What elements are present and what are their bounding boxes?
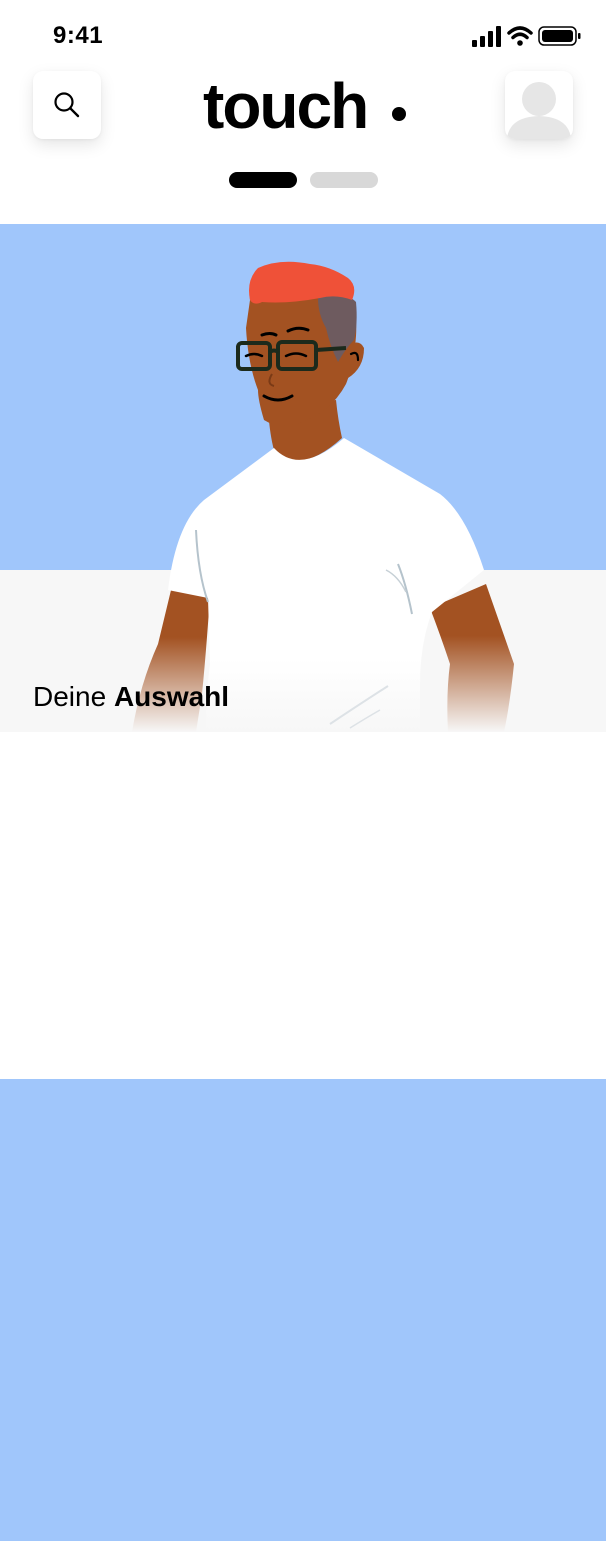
battery-icon: [538, 26, 581, 46]
content-spacer: [0, 732, 606, 1079]
search-button[interactable]: [33, 71, 101, 139]
app-logo: touch: [203, 68, 413, 142]
logo-dot: [392, 107, 406, 121]
hero-caption-regular: Deine: [33, 681, 114, 712]
hero-caption-bold: Auswahl: [113, 681, 230, 712]
logo-text: touch: [203, 70, 369, 142]
cellular-signal-icon: [472, 26, 501, 47]
page-indicator-dot-active[interactable]: [229, 172, 297, 188]
status-icons: [472, 26, 581, 47]
hero-caption: Deine Auswahl: [33, 680, 229, 714]
person-illustration: [132, 261, 514, 732]
avatar-placeholder-icon: [507, 82, 571, 139]
wifi-icon: [507, 26, 533, 46]
profile-button[interactable]: [505, 71, 573, 139]
status-bar: 9:41: [0, 0, 606, 70]
search-icon: [54, 92, 80, 118]
page-indicator-dot[interactable]: [310, 172, 378, 188]
secondary-card[interactable]: [0, 1079, 606, 1541]
status-time: 9:41: [53, 22, 104, 49]
hero-card[interactable]: Deine Auswahl: [0, 224, 606, 732]
page-indicator: [229, 172, 379, 188]
